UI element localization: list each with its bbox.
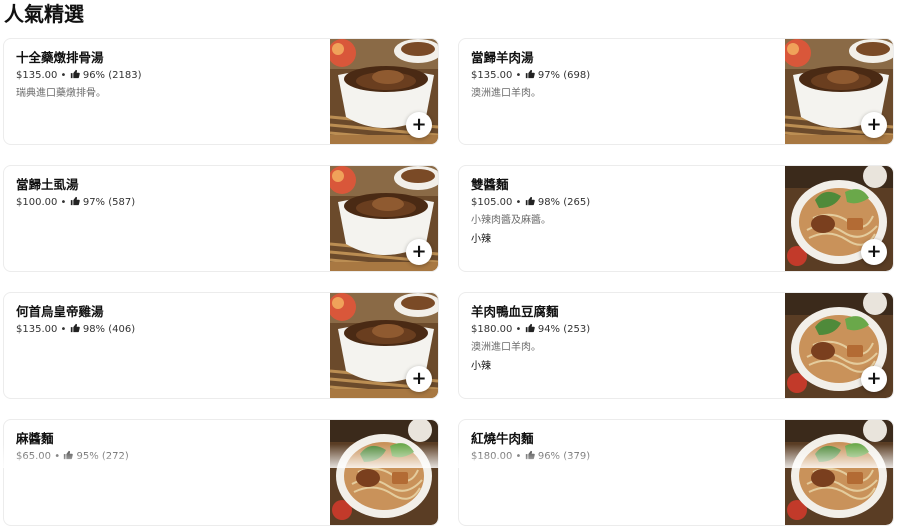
item-description: 澳洲進口羊肉。: [471, 88, 541, 99]
menu-item-card[interactable]: 當歸羊肉湯 $135.00 • 97% (698) 澳洲進口羊肉。 +: [458, 38, 894, 145]
item-name: 羊肉鴨血豆腐麵: [471, 304, 559, 319]
separator: •: [60, 70, 67, 81]
item-rating: 96% (379): [537, 451, 591, 462]
item-price: $65.00: [16, 451, 51, 462]
item-price: $135.00: [471, 70, 513, 81]
spice-tag: 小辣: [471, 361, 491, 372]
item-rating: 95% (272): [76, 451, 129, 462]
item-photo: [330, 420, 438, 525]
item-meta: $135.00 • 96% (2183): [16, 69, 142, 83]
item-name: 麻醬麵: [16, 431, 54, 446]
item-meta: $65.00 • 95% (272): [16, 450, 129, 464]
item-name: 紅燒牛肉麵: [471, 431, 534, 446]
item-meta: $100.00 • 97% (587): [16, 196, 135, 210]
item-price: $100.00: [16, 197, 58, 208]
item-rating: 98% (265): [537, 197, 591, 208]
item-rating: 97% (698): [537, 70, 591, 81]
item-description: 瑞典進口藥燉排骨。: [16, 88, 106, 99]
item-price: $180.00: [471, 451, 513, 462]
separator: •: [515, 70, 522, 81]
item-description: 小辣肉醬及麻醬。: [471, 215, 551, 226]
separator: •: [60, 197, 67, 208]
menu-item-card[interactable]: 當歸土虱湯 $100.00 • 97% (587) +: [3, 165, 439, 272]
item-name: 何首烏皇帝雞湯: [16, 304, 104, 319]
add-button[interactable]: +: [406, 112, 432, 138]
menu-item-card[interactable]: 雙醬麵 $105.00 • 98% (265) 小辣肉醬及麻醬。 小辣 +: [458, 165, 894, 272]
add-button[interactable]: +: [861, 112, 887, 138]
menu-item-card[interactable]: 麻醬麵 $65.00 • 95% (272): [3, 419, 439, 526]
item-price: $180.00: [471, 324, 513, 335]
item-name: 雙醬麵: [471, 177, 509, 192]
item-name: 十全藥燉排骨湯: [16, 50, 104, 65]
item-meta: $135.00 • 97% (698): [471, 69, 590, 83]
separator: •: [515, 197, 522, 208]
item-meta: $105.00 • 98% (265): [471, 196, 590, 210]
item-price: $135.00: [16, 70, 58, 81]
item-photo: [785, 420, 893, 525]
separator: •: [515, 324, 522, 335]
item-rating: 94% (253): [537, 324, 591, 335]
thumbs-up-icon: [525, 323, 535, 333]
item-meta: $180.00 • 96% (379): [471, 450, 590, 464]
item-description: 澳洲進口羊肉。: [471, 342, 541, 353]
thumbs-up-icon: [525, 196, 535, 206]
separator: •: [515, 451, 522, 462]
menu-item-card[interactable]: 何首烏皇帝雞湯 $135.00 • 98% (406) +: [3, 292, 439, 399]
item-rating: 98% (406): [82, 324, 136, 335]
separator: •: [54, 451, 61, 462]
separator: •: [60, 324, 67, 335]
thumbs-up-icon: [525, 450, 535, 460]
item-name: 當歸土虱湯: [16, 177, 79, 192]
thumbs-up-icon: [525, 69, 535, 79]
thumbs-up-icon: [64, 450, 74, 460]
section-title: 人氣精選: [4, 2, 84, 26]
item-meta: $180.00 • 94% (253): [471, 323, 590, 337]
thumbs-up-icon: [70, 323, 80, 333]
item-price: $135.00: [16, 324, 58, 335]
add-button[interactable]: +: [861, 239, 887, 265]
spice-tag: 小辣: [471, 234, 491, 245]
menu-item-card[interactable]: 十全藥燉排骨湯 $135.00 • 96% (2183) 瑞典進口藥燉排骨。 +: [3, 38, 439, 145]
item-rating: 97% (587): [82, 197, 136, 208]
item-meta: $135.00 • 98% (406): [16, 323, 135, 337]
item-rating: 96% (2183): [82, 70, 142, 81]
item-name: 當歸羊肉湯: [471, 50, 534, 65]
add-button[interactable]: +: [406, 239, 432, 265]
thumbs-up-icon: [70, 69, 80, 79]
add-button[interactable]: +: [406, 366, 432, 392]
menu-item-card[interactable]: 羊肉鴨血豆腐麵 $180.00 • 94% (253) 澳洲進口羊肉。 小辣 +: [458, 292, 894, 399]
menu-item-card[interactable]: 紅燒牛肉麵 $180.00 • 96% (379): [458, 419, 894, 526]
item-price: $105.00: [471, 197, 513, 208]
add-button[interactable]: +: [861, 366, 887, 392]
thumbs-up-icon: [70, 196, 80, 206]
